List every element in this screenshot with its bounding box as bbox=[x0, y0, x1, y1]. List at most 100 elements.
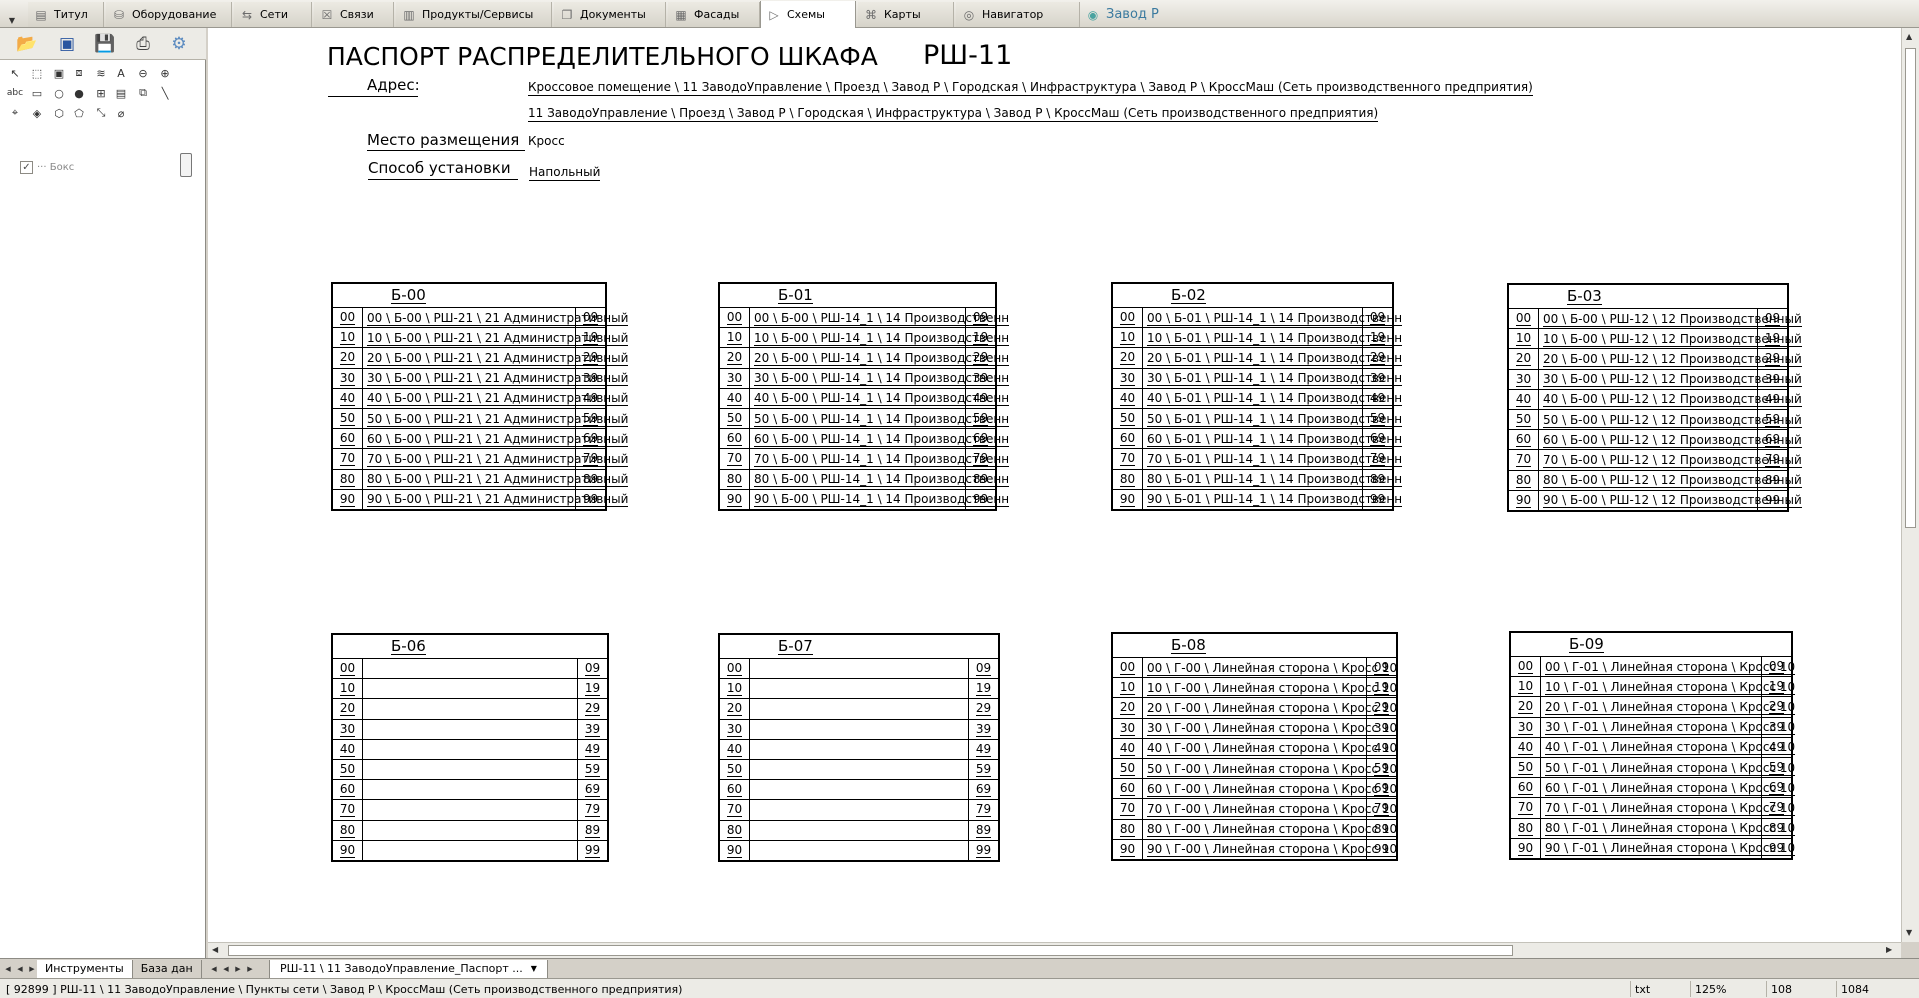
block-row[interactable]: 90 90 \ Б-01 \ РШ-14_1 \ 14 Производствен… bbox=[1113, 489, 1403, 510]
terminal-block[interactable]: Б-08 00 00 \ Г-00 \ Линейная сторона \ Кро… bbox=[1111, 632, 1398, 861]
block-row[interactable]: 50 59 bbox=[333, 760, 607, 781]
block-row[interactable]: 20 29 bbox=[333, 699, 607, 720]
block-row[interactable]: 30 30 \ Г-01 \ Линейная сторона \ Кросс 1… bbox=[1511, 717, 1796, 738]
label-tool-icon[interactable]: abc bbox=[6, 84, 24, 102]
block-row[interactable]: 80 80 \ Б-00 \ РШ-21 \ 21 Административны… bbox=[333, 469, 629, 490]
block-row[interactable]: 60 60 \ Б-00 \ РШ-21 \ 21 Административны… bbox=[333, 429, 629, 450]
horizontal-scrollbar[interactable]: ◀ ▶ bbox=[208, 942, 1901, 958]
select-rect-icon[interactable]: ⬚ bbox=[28, 64, 46, 82]
block-row[interactable]: 10 19 bbox=[720, 679, 998, 700]
block-row[interactable]: 80 89 bbox=[333, 820, 607, 841]
block-row[interactable]: 00 09 bbox=[333, 659, 607, 680]
no-entry-icon[interactable]: ⌀ bbox=[112, 104, 130, 122]
block-row[interactable]: 90 90 \ Г-01 \ Линейная сторона \ Кросс 1… bbox=[1511, 838, 1796, 859]
first-tab-icon[interactable]: ◀ bbox=[3, 963, 13, 975]
terminal-block[interactable]: Б-01 00 00 \ Б-00 \ РШ-14_1 \ 14 Производс… bbox=[718, 282, 1010, 511]
block-row[interactable]: 00 00 \ Г-00 \ Линейная сторона \ Кросс 1… bbox=[1113, 658, 1398, 679]
layers-icon[interactable]: ⧉ bbox=[134, 84, 152, 102]
tab-navigator[interactable]: ◎ Навигатор bbox=[956, 2, 1080, 27]
resize-icon[interactable]: ⤡ bbox=[92, 104, 110, 122]
block-row[interactable]: 50 59 bbox=[720, 760, 998, 781]
block-row[interactable]: 50 50 \ Б-01 \ РШ-14_1 \ 14 Производствен… bbox=[1113, 409, 1403, 430]
block-row[interactable]: 50 50 \ Б-00 \ РШ-12 \ 12 Производственны… bbox=[1509, 410, 1802, 431]
block-row[interactable]: 60 60 \ Б-00 \ РШ-12 \ 12 Производственны… bbox=[1509, 430, 1802, 451]
tab-links[interactable]: ☒ Связи bbox=[314, 2, 394, 27]
block-row[interactable]: 10 10 \ Г-01 \ Линейная сторона \ Кросс 1… bbox=[1511, 677, 1796, 698]
block-row[interactable]: 30 30 \ Б-00 \ РШ-14_1 \ 14 Производствен… bbox=[720, 368, 1010, 389]
block-row[interactable]: 40 40 \ Б-00 \ РШ-12 \ 12 Производственны… bbox=[1509, 389, 1802, 410]
next-doc-tab-icon[interactable]: ▶ bbox=[233, 963, 243, 975]
tab-facades[interactable]: ▦ Фасады bbox=[668, 2, 760, 27]
open-folder-icon[interactable]: 📂 bbox=[14, 32, 40, 56]
terminal-block[interactable]: Б-00 00 00 \ Б-00 \ РШ-21 \ 21 Администрат… bbox=[331, 282, 629, 511]
last-doc-tab-icon[interactable]: ▶ bbox=[245, 963, 255, 975]
zoom-out-icon[interactable]: ⊖ bbox=[134, 64, 152, 82]
block-row[interactable]: 00 00 \ Б-00 \ РШ-12 \ 12 Производственны… bbox=[1509, 309, 1802, 330]
block-row[interactable]: 50 50 \ Г-00 \ Линейная сторона \ Кросс 1… bbox=[1113, 759, 1398, 780]
block-row[interactable]: 00 00 \ Г-01 \ Линейная сторона \ Кросс 1… bbox=[1511, 657, 1796, 678]
block-row[interactable]: 60 60 \ Б-00 \ РШ-14_1 \ 14 Производствен… bbox=[720, 429, 1010, 450]
block-row[interactable]: 30 30 \ Г-00 \ Линейная сторона \ Кросс 1… bbox=[1113, 718, 1398, 739]
tree-item-box[interactable]: ✓ ··· Бокс bbox=[20, 156, 195, 178]
block-row[interactable]: 60 60 \ Б-01 \ РШ-14_1 \ 14 Производствен… bbox=[1113, 429, 1403, 450]
zoom-in-icon[interactable]: ⊕ bbox=[156, 64, 174, 82]
settings-icon[interactable]: ⚙ bbox=[166, 32, 192, 56]
scroll-up-icon[interactable]: ▲ bbox=[1906, 32, 1912, 41]
fill-icon[interactable]: ◈ bbox=[28, 104, 46, 122]
next-tab-icon[interactable]: ▶ bbox=[27, 963, 37, 975]
block-row[interactable]: 30 39 bbox=[720, 719, 998, 740]
block-row[interactable]: 70 70 \ Б-00 \ РШ-12 \ 12 Производственны… bbox=[1509, 450, 1802, 471]
block-row[interactable]: 90 90 \ Б-00 \ РШ-21 \ 21 Административны… bbox=[333, 489, 629, 510]
scroll-down-icon[interactable]: ▼ bbox=[1906, 928, 1912, 937]
line-icon[interactable]: ╲ bbox=[156, 84, 174, 102]
block-row[interactable]: 40 40 \ Б-01 \ РШ-14_1 \ 14 Производствен… bbox=[1113, 388, 1403, 409]
text-tool-icon[interactable]: A bbox=[112, 64, 130, 82]
document-save-icon[interactable]: ▣ bbox=[54, 32, 80, 56]
ellipse-icon[interactable]: ○ bbox=[50, 84, 68, 102]
block-row[interactable]: 40 40 \ Г-01 \ Линейная сторона \ Кросс 1… bbox=[1511, 737, 1796, 758]
hexagon-icon[interactable]: ⬡ bbox=[50, 104, 68, 122]
save-icon[interactable]: 💾 bbox=[92, 32, 118, 56]
block-row[interactable]: 70 79 bbox=[333, 800, 607, 821]
tab-products[interactable]: ▥ Продукты/Сервисы bbox=[396, 2, 552, 27]
tree-checkbox[interactable]: ✓ bbox=[20, 160, 33, 174]
block-row[interactable]: 60 60 \ Г-00 \ Линейная сторона \ Кросс 1… bbox=[1113, 779, 1398, 800]
prev-doc-tab-icon[interactable]: ◀ bbox=[221, 963, 231, 975]
terminal-block[interactable]: Б-07 00 09 10 19 20 29 30 39 40 49 50 59 60 69 70 79 80 89… bbox=[718, 633, 1000, 862]
block-row[interactable]: 20 20 \ Б-00 \ РШ-14_1 \ 14 Производствен… bbox=[720, 348, 1010, 369]
block-row[interactable]: 50 50 \ Г-01 \ Линейная сторона \ Кросс 1… bbox=[1511, 758, 1796, 779]
block-row[interactable]: 20 20 \ Г-00 \ Линейная сторона \ Кросс 1… bbox=[1113, 698, 1398, 719]
block-row[interactable]: 70 70 \ Г-00 \ Линейная сторона \ Кросс 1… bbox=[1113, 799, 1398, 820]
tree-scrollbar[interactable] bbox=[180, 153, 192, 177]
menu-dropdown-icon[interactable]: ▼ bbox=[2, 0, 22, 28]
block-row[interactable]: 40 40 \ Г-00 \ Линейная сторона \ Кросс 1… bbox=[1113, 738, 1398, 759]
pin-icon[interactable]: ⌖ bbox=[6, 104, 24, 122]
block-row[interactable]: 70 70 \ Г-01 \ Линейная сторона \ Кросс 1… bbox=[1511, 798, 1796, 819]
vertical-scroll-thumb[interactable] bbox=[1905, 48, 1916, 528]
block-row[interactable]: 80 80 \ Г-01 \ Линейная сторона \ Кросс 1… bbox=[1511, 818, 1796, 839]
prev-tab-icon[interactable]: ◀ bbox=[15, 963, 25, 975]
block-row[interactable]: 10 10 \ Б-00 \ РШ-14_1 \ 14 Производствен… bbox=[720, 328, 1010, 349]
block-row[interactable]: 90 90 \ Г-00 \ Линейная сторона \ Кросс 1… bbox=[1113, 839, 1398, 860]
group-icon[interactable]: ⧈ bbox=[70, 64, 88, 82]
vertical-scrollbar[interactable]: ▲ ▼ bbox=[1901, 28, 1919, 942]
block-row[interactable]: 00 00 \ Б-01 \ РШ-14_1 \ 14 Производствен… bbox=[1113, 308, 1403, 329]
block-row[interactable]: 00 09 bbox=[720, 659, 998, 680]
block-row[interactable]: 00 00 \ Б-00 \ РШ-14_1 \ 14 Производствен… bbox=[720, 308, 1010, 329]
block-row[interactable]: 90 90 \ Б-00 \ РШ-12 \ 12 Производственны… bbox=[1509, 490, 1802, 511]
scroll-right-icon[interactable]: ▶ bbox=[1886, 945, 1892, 954]
block-row[interactable]: 20 20 \ Б-01 \ РШ-14_1 \ 14 Производствен… bbox=[1113, 348, 1403, 369]
block-row[interactable]: 10 10 \ Б-01 \ РШ-14_1 \ 14 Производствен… bbox=[1113, 328, 1403, 349]
block-row[interactable]: 80 89 bbox=[720, 820, 998, 841]
tab-networks[interactable]: ⇆ Сети bbox=[234, 2, 312, 27]
block-row[interactable]: 40 49 bbox=[720, 739, 998, 760]
block-row[interactable]: 80 80 \ Б-01 \ РШ-14_1 \ 14 Производствен… bbox=[1113, 469, 1403, 490]
tab-equipment[interactable]: ⛁ Оборудование bbox=[106, 2, 232, 27]
tab-instruments[interactable]: Инструменты bbox=[37, 959, 133, 978]
chevron-down-icon[interactable]: ▼ bbox=[531, 964, 537, 973]
block-row[interactable]: 10 10 \ Б-00 \ РШ-21 \ 21 Административны… bbox=[333, 328, 629, 349]
block-row[interactable]: 20 29 bbox=[720, 699, 998, 720]
block-row[interactable]: 10 10 \ Б-00 \ РШ-12 \ 12 Производственны… bbox=[1509, 329, 1802, 350]
doc-tab-passport[interactable]: РШ-11 \ 11 ЗаводоУправление_Паспорт ... … bbox=[269, 959, 548, 978]
block-row[interactable]: 70 70 \ Б-00 \ РШ-21 \ 21 Административны… bbox=[333, 449, 629, 470]
